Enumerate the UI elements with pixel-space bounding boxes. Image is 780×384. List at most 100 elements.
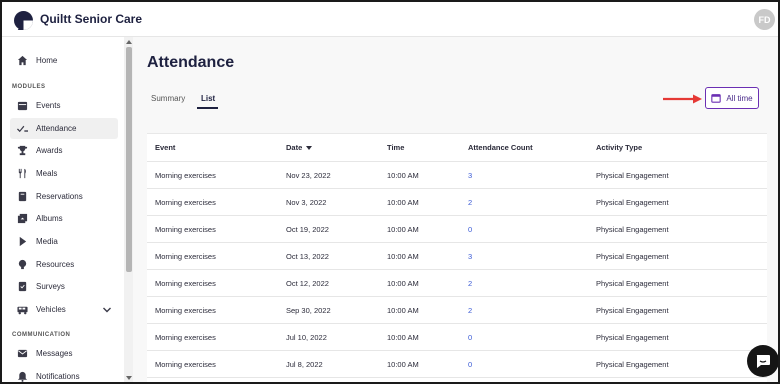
sidebar-item-resources[interactable]: Resources [10,254,118,275]
cell-activity-type: Physical Engagement [596,224,669,234]
cell-time: 10:00 AM [387,305,419,315]
cell-activity-type: Physical Engagement [596,170,669,180]
annotation-arrow-icon [663,94,702,104]
book-icon [16,191,28,203]
cell-attendance-count-link[interactable]: 0 [468,216,472,242]
cell-attendance-count-link[interactable]: 2 [468,270,472,296]
user-avatar[interactable]: FD [754,9,775,30]
cell-activity-type: Physical Engagement [596,305,669,315]
table-row[interactable]: Morning exercises Nov 23, 2022 10:00 AM … [147,162,767,189]
sidebar-item-vehicles[interactable]: Vehicles [10,299,118,320]
sidebar-item-label: Home [36,56,58,65]
column-header-attendance-count[interactable]: Attendance Count [468,134,533,161]
table-row[interactable]: Morning exercises Oct 19, 2022 10:00 AM … [147,216,767,243]
page-title: Attendance [147,54,235,71]
sidebar-item-label: Meals [36,169,58,178]
cell-attendance-count-link[interactable]: 0 [468,351,472,377]
sidebar-item-events[interactable]: Events [10,95,118,116]
modules-section-label: MODULES [12,84,46,90]
quiltt-logo-icon [14,11,33,30]
column-header-activity-type[interactable]: Activity Type [596,134,642,161]
table-row[interactable]: Morning exercises Jul 10, 2022 10:00 AM … [147,324,767,351]
cell-event: Morning exercises [155,170,216,180]
cell-event: Morning exercises [155,278,216,288]
sidebar-item-label: Albums [36,214,63,223]
sidebar-item-albums[interactable]: Albums [10,208,118,229]
sidebar-scrollbar[interactable] [124,37,133,382]
cell-date: Oct 13, 2022 [286,251,329,261]
cell-time: 10:00 AM [387,251,419,261]
sidebar-item-awards[interactable]: Awards [10,140,118,161]
calendar-icon [16,100,28,112]
column-header-event[interactable]: Event [155,134,175,161]
sidebar-item-media[interactable]: Media [10,231,118,252]
cell-attendance-count-link[interactable]: 3 [468,243,472,269]
cell-date: Nov 3, 2022 [286,197,327,207]
sidebar-item-attendance[interactable]: Attendance [10,118,118,139]
table-row[interactable]: Morning exercises Sep 30, 2022 10:00 AM … [147,297,767,324]
active-tab-indicator [197,107,218,109]
sidebar-item-label: Reservations [36,192,83,201]
scroll-up-arrow-icon[interactable] [126,40,132,44]
table-row[interactable]: Morning exercises Oct 13, 2022 10:00 AM … [147,243,767,270]
sidebar-item-notifications[interactable]: Notifications [10,366,118,383]
cell-date: Jul 10, 2022 [286,332,327,342]
table-row[interactable]: Morning exercises Oct 12, 2022 10:00 AM … [147,270,767,297]
scroll-down-arrow-icon[interactable] [126,376,132,380]
cell-activity-type: Physical Engagement [596,197,669,207]
cell-activity-type: Physical Engagement [596,332,669,342]
chevron-down-icon[interactable] [103,306,111,315]
cell-date: Oct 12, 2022 [286,278,329,288]
bus-icon [16,304,28,316]
cell-activity-type: Physical Engagement [596,251,669,261]
trophy-icon [16,145,28,157]
sidebar-item-label: Media [36,237,58,246]
scroll-thumb[interactable] [126,47,132,272]
cell-event: Morning exercises [155,305,216,315]
tab-summary[interactable]: Summary [151,94,185,103]
sidebar-item-reservations[interactable]: Reservations [10,186,118,207]
main-content: Attendance Summary List All time Event D… [133,37,778,382]
cell-attendance-count-link[interactable]: 3 [468,162,472,188]
sort-descending-icon [306,145,313,150]
tab-list[interactable]: List [201,94,215,103]
cell-event: Morning exercises [155,251,216,261]
brand-name: Quiltt Senior Care [40,12,143,26]
check-list-icon [16,123,28,135]
communication-section-label: COMMUNICATION [12,332,71,338]
sidebar-item-surveys[interactable]: Surveys [10,276,118,297]
cell-attendance-count-link[interactable]: 2 [468,297,472,323]
sidebar-item-meals[interactable]: Meals [10,163,118,184]
app-window: Quiltt Senior Care FD Home MODULES Event… [0,0,780,384]
cell-event: Morning exercises [155,359,216,369]
sidebar-item-label: Events [36,101,61,110]
sidebar-item-label: Messages [36,349,73,358]
play-icon [16,236,28,248]
cell-time: 10:00 AM [387,359,419,369]
bell-icon [16,371,28,383]
chat-launcher-button[interactable] [747,345,778,377]
sidebar-item-home[interactable]: Home [10,50,118,71]
sidebar-item-label: Resources [36,260,75,269]
table-row[interactable]: Morning exercises Nov 3, 2022 10:00 AM 2… [147,189,767,216]
cell-time: 10:00 AM [387,197,419,207]
sidebar-item-label: Surveys [36,282,65,291]
bulb-icon [16,259,28,271]
date-range-filter-button[interactable]: All time [705,87,759,109]
utensils-icon [16,168,28,180]
table-row[interactable]: Morning exercises Jul 8, 2022 10:00 AM 0… [147,351,767,378]
column-header-date[interactable]: Date [286,134,313,161]
cell-time: 10:00 AM [387,170,419,180]
calendar-icon [711,94,722,103]
sidebar-item-messages[interactable]: Messages [10,343,118,364]
message-icon [16,348,28,360]
photo-album-icon [16,213,28,225]
cell-date: Jul 8, 2022 [286,359,323,369]
cell-attendance-count-link[interactable]: 0 [468,324,472,350]
column-header-time[interactable]: Time [387,134,404,161]
cell-activity-type: Physical Engagement [596,359,669,369]
cell-attendance-count-link[interactable]: 2 [468,189,472,215]
sidebar: Home MODULES Events Attendance Awards Me… [2,37,124,383]
sidebar-item-label: Attendance [36,124,77,133]
top-bar: Quiltt Senior Care FD [2,2,778,37]
